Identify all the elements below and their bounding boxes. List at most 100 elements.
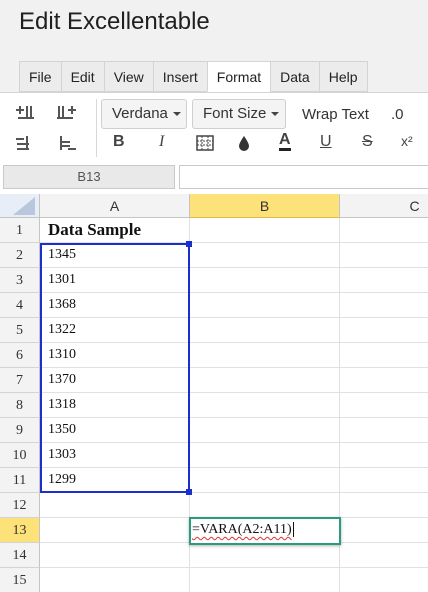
row-header-1[interactable]: 1 [0,218,40,243]
cell-b3[interactable] [190,268,340,293]
name-formula-bar: B13 [0,162,428,194]
cell-c12[interactable] [340,493,428,518]
italic-button[interactable]: I [159,133,164,151]
cell-c1[interactable] [340,218,428,243]
cell-a7[interactable]: 1370 [40,368,190,393]
active-cell-editor[interactable]: =VARA(A2:A11) [189,517,341,545]
row-header-2[interactable]: 2 [0,243,40,268]
cell-a2[interactable]: 1345 [40,243,190,268]
row-header-6[interactable]: 6 [0,343,40,368]
menu-tab-edit[interactable]: Edit [60,61,104,92]
cell-a10[interactable]: 1303 [40,443,190,468]
spreadsheet-grid[interactable]: A B C 1 Data Sample 2 1345 3 1301 4 1368 5 1322 6 1… [0,194,428,592]
wrap-text-button[interactable]: Wrap Text [302,106,369,123]
cell-c5[interactable] [340,318,428,343]
menu-tab-insert[interactable]: Insert [152,61,207,92]
underline-button[interactable]: U [320,133,332,151]
row-header-10[interactable]: 10 [0,443,40,468]
cell-b5[interactable] [190,318,340,343]
font-size-value: Font Size [203,105,267,122]
cell-c7[interactable] [340,368,428,393]
cell-a11[interactable]: 1299 [40,468,190,493]
row-header-5[interactable]: 5 [0,318,40,343]
decimal-format-button[interactable]: .0 [391,106,404,123]
menu-tab-data[interactable]: Data [270,61,319,92]
cell-b10[interactable] [190,443,340,468]
menu-tab-help[interactable]: Help [318,61,368,92]
cell-c14[interactable] [340,543,428,568]
bold-button[interactable]: B [113,133,125,151]
toolbar-separator [96,99,97,157]
delete-row-icon[interactable] [14,133,36,155]
insert-row-above-icon[interactable] [14,102,36,124]
cell-b15[interactable] [190,568,340,592]
formula-input[interactable] [179,165,428,189]
strikethrough-button[interactable]: S [362,133,373,151]
cell-b8[interactable] [190,393,340,418]
row-header-7[interactable]: 7 [0,368,40,393]
cell-a4[interactable]: 1368 [40,293,190,318]
row-header-11[interactable]: 11 [0,468,40,493]
cell-c15[interactable] [340,568,428,592]
menu-tab-format[interactable]: Format [206,61,271,92]
cell-a5[interactable]: 1322 [40,318,190,343]
column-header-a[interactable]: A [40,194,190,218]
cell-a1[interactable]: Data Sample [40,218,190,243]
cell-a12[interactable] [40,493,190,518]
cell-c2[interactable] [340,243,428,268]
row-header-4[interactable]: 4 [0,293,40,318]
cell-a14[interactable] [40,543,190,568]
font-family-select[interactable]: Verdana [101,99,187,129]
cell-b6[interactable] [190,343,340,368]
insert-column-right-icon[interactable] [56,102,78,124]
row-header-15[interactable]: 15 [0,568,40,592]
menu-tab-view[interactable]: View [103,61,153,92]
cell-c3[interactable] [340,268,428,293]
column-header-b[interactable]: B [190,194,340,218]
select-all-corner[interactable] [0,194,40,218]
row-header-9[interactable]: 9 [0,418,40,443]
column-header-c[interactable]: C [340,194,428,218]
menu-tab-file[interactable]: File [19,61,61,92]
row-header-12[interactable]: 12 [0,493,40,518]
cell-a3[interactable]: 1301 [40,268,190,293]
font-color-button[interactable]: A [279,131,291,151]
font-family-value: Verdana [112,105,168,122]
chevron-down-icon [271,112,280,117]
chevron-down-icon [172,112,181,117]
cell-c6[interactable] [340,343,428,368]
row-header-8[interactable]: 8 [0,393,40,418]
cell-a6[interactable]: 1310 [40,343,190,368]
cell-a8[interactable]: 1318 [40,393,190,418]
cell-a15[interactable] [40,568,190,592]
cell-b4[interactable] [190,293,340,318]
font-size-select[interactable]: Font Size [192,99,286,129]
cell-b7[interactable] [190,368,340,393]
row-header-14[interactable]: 14 [0,543,40,568]
name-box[interactable]: B13 [3,165,175,189]
cell-b12[interactable] [190,493,340,518]
text-cursor [292,522,294,538]
superscript-button[interactable]: x² [401,133,413,149]
active-cell-formula: =VARA(A2:A11) [192,522,292,537]
menu-bar: File Edit View Insert Format Data Help [0,58,428,92]
cell-c11[interactable] [340,468,428,493]
fill-color-icon[interactable] [233,132,255,154]
title-bar: Edit Excellentable [0,0,428,58]
cell-a9[interactable]: 1350 [40,418,190,443]
cell-b2[interactable] [190,243,340,268]
cell-c8[interactable] [340,393,428,418]
row-header-3[interactable]: 3 [0,268,40,293]
cell-a13[interactable] [40,518,190,543]
cell-b14[interactable] [190,543,340,568]
delete-column-icon[interactable] [56,133,78,155]
cell-c13[interactable] [340,518,428,543]
borders-icon[interactable] [194,132,216,154]
cell-c9[interactable] [340,418,428,443]
cell-b1[interactable] [190,218,340,243]
cell-b11[interactable] [190,468,340,493]
cell-b9[interactable] [190,418,340,443]
cell-c4[interactable] [340,293,428,318]
row-header-13[interactable]: 13 [0,518,40,543]
cell-c10[interactable] [340,443,428,468]
